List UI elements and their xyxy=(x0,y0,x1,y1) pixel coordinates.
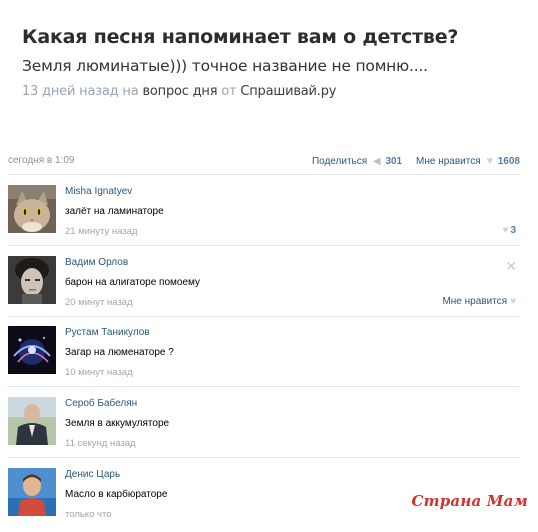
comment-text: Земля в аккумуляторе xyxy=(65,418,170,429)
question-source-link[interactable]: Спрашивай.ру xyxy=(240,84,336,99)
question-answer: Земля люминатые))) точное название не по… xyxy=(22,57,428,75)
question-meta: 13 дней назад на вопрос дня от Спрашивай… xyxy=(22,84,522,99)
man-avatar[interactable] xyxy=(8,256,56,304)
divider xyxy=(8,245,520,246)
comment-author-link[interactable]: Вадим Орлов xyxy=(65,257,505,269)
heart-icon: ♥ xyxy=(510,296,516,307)
close-icon[interactable]: ✕ xyxy=(505,259,517,273)
post-date[interactable]: сегодня в 1:09 xyxy=(8,155,74,166)
question-time: 13 дней назад xyxy=(22,84,119,99)
share-button[interactable]: Поделиться xyxy=(312,156,367,167)
comment-item: Рустам Таникулов Загар на люменаторе ? 1… xyxy=(8,326,520,390)
comment-time[interactable]: 20 минут назад xyxy=(65,297,505,309)
comment-item: Вадим Орлов барон на алигаторе помоему 2… xyxy=(8,256,520,320)
divider xyxy=(8,386,520,387)
divider xyxy=(8,174,520,175)
comment-like-button[interactable]: Мне нравится ♥ xyxy=(442,296,516,307)
question-title: Какая песня напоминает вам о детстве? xyxy=(22,26,459,48)
comment-text: барон на алигаторе помоему xyxy=(65,277,200,288)
watermark-logo: Страна Мам xyxy=(411,492,528,510)
question-meta-on: на xyxy=(122,84,139,99)
comment-text: Загар на люменаторе ? xyxy=(65,347,174,358)
heart-icon: ♥ xyxy=(502,225,509,236)
comment-author-link[interactable]: Сероб Бабелян xyxy=(65,398,505,410)
cat-avatar[interactable] xyxy=(8,185,56,233)
share-count[interactable]: 301 xyxy=(385,156,402,167)
question-meta-from: от xyxy=(221,84,237,99)
comment-text: залёт на ламинаторе xyxy=(65,206,164,217)
comment-author-link[interactable]: Misha Ignatyev xyxy=(65,186,505,198)
comment-item: Misha Ignatyev залёт на ламинаторе 21 ми… xyxy=(8,185,520,249)
comment-time[interactable]: 11 секунд назад xyxy=(65,438,505,450)
question-block: Какая песня напоминает вам о детстве? Зе… xyxy=(22,26,522,99)
post-action-bar: сегодня в 1:09 Поделиться ◀ 301 Мне нрав… xyxy=(8,152,520,168)
comment-item: Сероб Бабелян Земля в аккумуляторе 11 се… xyxy=(8,397,520,461)
question-section-link[interactable]: вопрос дня xyxy=(142,84,217,99)
divider xyxy=(8,457,520,458)
man-suit-avatar[interactable] xyxy=(8,397,56,445)
comment-author-link[interactable]: Рустам Таникулов xyxy=(65,327,505,339)
comment-like-count[interactable]: ♥ 3 xyxy=(503,225,517,236)
like-count[interactable]: 1608 xyxy=(498,156,520,167)
heart-icon: ♥ xyxy=(486,155,493,167)
comment-time[interactable]: 10 минут назад xyxy=(65,367,505,379)
divider xyxy=(8,316,520,317)
abstract-avatar[interactable] xyxy=(8,326,56,374)
like-button[interactable]: Мне нравится xyxy=(416,156,481,167)
megaphone-icon: ◀ xyxy=(372,156,381,167)
comment-time[interactable]: 21 минуту назад xyxy=(65,226,505,238)
boy-avatar[interactable] xyxy=(8,468,56,516)
comment-author-link[interactable]: Денис Царь xyxy=(65,469,505,481)
comment-time[interactable]: только что xyxy=(65,509,505,521)
